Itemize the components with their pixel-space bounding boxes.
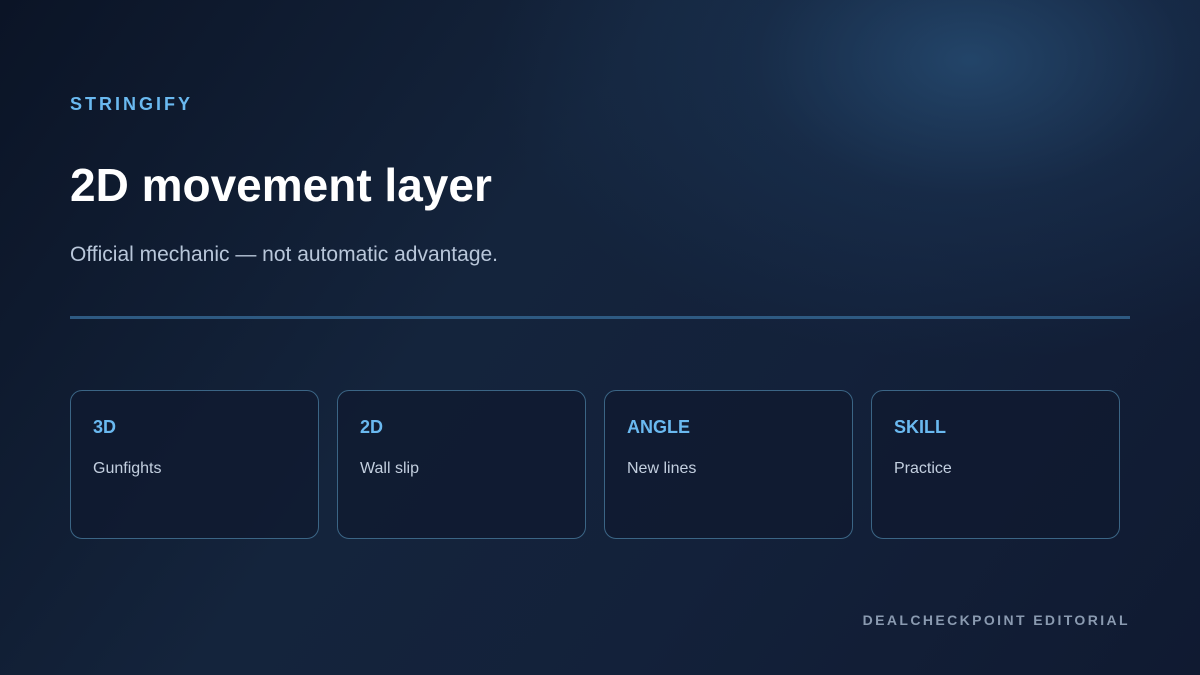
card-row: 3D Gunfights 2D Wall slip ANGLE New line… bbox=[70, 390, 1120, 539]
card-label: 3D bbox=[93, 417, 117, 437]
brand-label: STRINGIFY bbox=[70, 94, 194, 114]
card-description: New lines bbox=[627, 460, 697, 477]
card-3d: 3D Gunfights bbox=[70, 390, 319, 539]
card-label: ANGLE bbox=[627, 417, 690, 437]
card-label: 2D bbox=[360, 417, 384, 437]
page-subtitle: Official mechanic — not automatic advant… bbox=[70, 243, 499, 266]
page-title: 2D movement layer bbox=[70, 159, 492, 211]
card-angle: ANGLE New lines bbox=[604, 390, 853, 539]
slide: STRINGIFY 2D movement layer Official mec… bbox=[0, 0, 1200, 675]
section-divider bbox=[70, 316, 1130, 319]
card-description: Wall slip bbox=[360, 460, 419, 477]
card-description: Gunfights bbox=[93, 460, 162, 477]
card-2d: 2D Wall slip bbox=[337, 390, 586, 539]
card-skill: SKILL Practice bbox=[871, 390, 1120, 539]
footer-credit: DEALCHECKPOINT EDITORIAL bbox=[862, 612, 1130, 628]
card-description: Practice bbox=[894, 460, 952, 477]
card-label: SKILL bbox=[894, 417, 946, 437]
